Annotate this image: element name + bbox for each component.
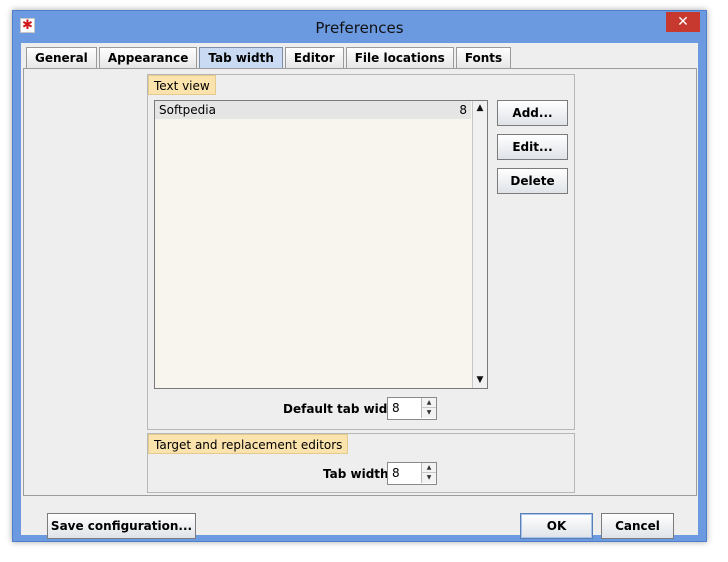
tab-strip: General Appearance Tab width Editor File…	[26, 47, 513, 69]
title-bar[interactable]: ✱ Preferences ✕	[13, 11, 706, 43]
scroll-up-icon[interactable]: ▲	[474, 102, 486, 115]
list-scrollbar[interactable]: ▲ ▼	[472, 101, 487, 388]
target-editors-group-title: Target and replacement editors	[148, 434, 349, 454]
window-title: Preferences	[315, 19, 404, 37]
tab-fonts[interactable]: Fonts	[455, 47, 512, 68]
list-item-width: 8	[459, 103, 467, 117]
add-button[interactable]: Add...	[497, 100, 568, 126]
close-button[interactable]: ✕	[666, 12, 700, 32]
edit-button[interactable]: Edit...	[497, 134, 568, 160]
tab-width-panel: Text view Softpedia 8 ▲ ▼ Add... Edit...…	[23, 68, 697, 496]
default-tab-width-spinner[interactable]: 8 ▲ ▼	[387, 397, 437, 420]
tab-general[interactable]: General	[26, 47, 97, 68]
target-editors-group: Target and replacement editors Tab width…	[147, 433, 575, 493]
save-configuration-button[interactable]: Save configuration...	[47, 513, 196, 539]
tab-appearance[interactable]: Appearance	[98, 47, 198, 68]
tab-width-value[interactable]: 8	[392, 466, 400, 480]
tab-editor[interactable]: Editor	[284, 47, 344, 68]
list-item-name: Softpedia	[159, 103, 216, 117]
delete-button[interactable]: Delete	[497, 168, 568, 194]
spin-up-icon[interactable]: ▲	[421, 463, 436, 473]
spin-down-icon[interactable]: ▼	[421, 473, 436, 483]
tab-width-list[interactable]: Softpedia 8 ▲ ▼	[154, 100, 488, 389]
dialog-content: General Appearance Tab width Editor File…	[21, 43, 698, 539]
list-item[interactable]: Softpedia 8	[155, 101, 471, 119]
close-icon: ✕	[677, 14, 689, 30]
tab-width-label: Tab width:	[323, 467, 394, 481]
cancel-button[interactable]: Cancel	[601, 513, 674, 539]
preferences-window: ✱ Preferences ✕ General Appearance Tab w…	[12, 10, 707, 542]
scroll-down-icon[interactable]: ▼	[474, 374, 486, 387]
text-view-group: Text view Softpedia 8 ▲ ▼ Add... Edit...…	[147, 74, 575, 430]
tab-width-spinner[interactable]: 8 ▲ ▼	[387, 462, 437, 485]
text-view-group-title: Text view	[148, 75, 216, 95]
spin-up-icon[interactable]: ▲	[421, 398, 436, 408]
ok-button[interactable]: OK	[520, 513, 593, 539]
tab-tab-width[interactable]: Tab width	[199, 47, 283, 68]
spin-down-icon[interactable]: ▼	[421, 408, 436, 418]
tab-file-locations[interactable]: File locations	[345, 47, 454, 68]
default-tab-width-value[interactable]: 8	[392, 401, 400, 415]
